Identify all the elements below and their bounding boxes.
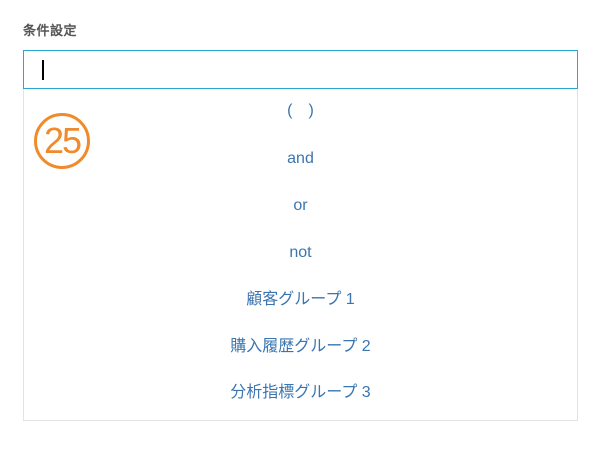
option-analysis-metric-group[interactable]: 分析指標グループ 3 — [24, 373, 577, 413]
option-label: 顧客グループ 1 — [246, 291, 355, 308]
condition-dropdown-list: ( ) and or not 顧客グループ 1 購入履歴グループ 2 分析指標グ… — [23, 89, 578, 421]
option-label: 分析指標グループ 3 — [230, 384, 371, 401]
step-number-badge: 25 — [34, 113, 90, 169]
option-customer-group[interactable]: 顧客グループ 1 — [24, 280, 577, 320]
condition-setting-label: 条件設定 — [23, 24, 78, 39]
option-or[interactable]: or — [24, 186, 577, 226]
option-not[interactable]: not — [24, 233, 577, 273]
option-label: ( ) — [287, 102, 314, 119]
option-parentheses[interactable]: ( ) — [24, 91, 577, 131]
option-label: and — [287, 150, 314, 167]
option-and[interactable]: and — [24, 139, 577, 179]
text-caret — [42, 60, 44, 80]
option-label: 購入履歴グループ 2 — [230, 338, 371, 355]
condition-input[interactable] — [23, 50, 578, 89]
option-label: not — [289, 244, 312, 261]
option-label: or — [293, 197, 308, 214]
option-purchase-history-group[interactable]: 購入履歴グループ 2 — [24, 327, 577, 367]
